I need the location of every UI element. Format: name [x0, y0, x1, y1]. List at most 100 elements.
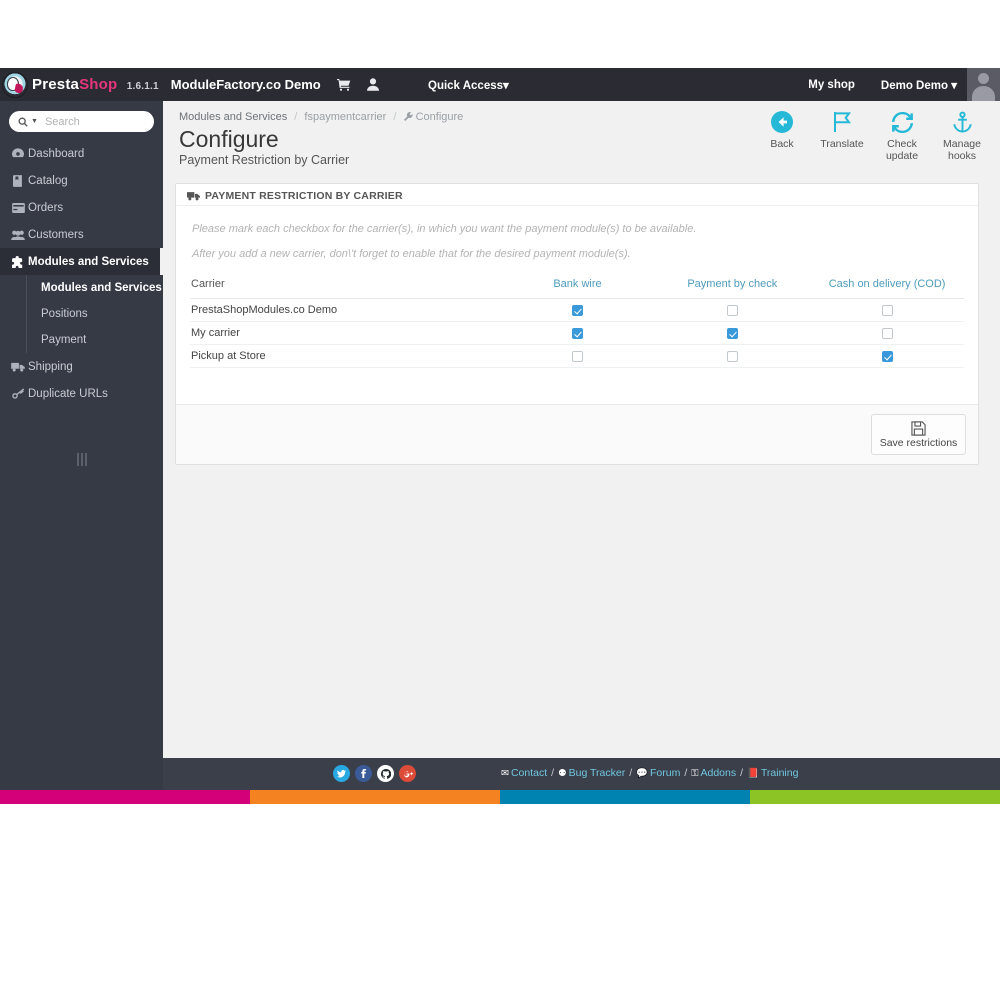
brand-title: PrestaShop 1.6.1.1	[32, 76, 159, 93]
sidebar-item-catalog[interactable]: Catalog	[0, 167, 163, 194]
sidebar-item-dashboard[interactable]: Dashboard	[0, 140, 163, 167]
sidebar-subitem-payment[interactable]: Payment	[27, 327, 163, 353]
table-header-row: Carrier Bank wire Payment by check Cash …	[190, 273, 964, 299]
anchor-icon	[932, 109, 992, 135]
save-restrictions-button[interactable]: Save restrictions	[871, 414, 966, 455]
forum-link[interactable]: Forum	[650, 767, 680, 779]
checkbox-cell	[654, 298, 810, 322]
sidebar-item-modules-and-services[interactable]: Modules and Services	[0, 248, 163, 275]
checkbox-cell	[499, 344, 655, 368]
search-box[interactable]: ▼	[9, 111, 154, 132]
content-area: Modules and Services / fspaymentcarrier …	[163, 101, 1000, 790]
quick-access-menu[interactable]: Quick Access▾	[428, 78, 509, 92]
table-bottom-spacer	[190, 368, 964, 398]
restriction-checkbox[interactable]	[726, 327, 738, 339]
restriction-checkbox[interactable]	[881, 304, 893, 316]
shop-name[interactable]: ModuleFactory.co Demo	[171, 77, 321, 92]
brand-presta: Presta	[32, 76, 80, 93]
employee-menu[interactable]: Demo Demo ▾	[881, 78, 957, 92]
floppy-disk-icon	[872, 421, 965, 436]
manage-hooks-button[interactable]: Manage hooks	[932, 109, 992, 162]
translate-label: Translate	[820, 138, 864, 150]
my-shop-link[interactable]: My shop	[808, 79, 855, 91]
training-link[interactable]: Training	[761, 767, 799, 779]
checkbox-cell	[654, 344, 810, 368]
translate-button[interactable]: Translate	[812, 109, 872, 162]
contact-link[interactable]: Contact	[511, 767, 547, 779]
column-header-carrier: Carrier	[190, 273, 500, 299]
sidebar-subitem-label: Positions	[41, 308, 88, 320]
table-row: Pickup at Store	[190, 344, 964, 368]
dashboard-icon	[8, 148, 28, 159]
brand-shop: Shop	[79, 76, 118, 93]
truck-icon	[187, 191, 200, 201]
restriction-checkbox[interactable]	[726, 350, 738, 362]
payment-restriction-panel: PAYMENT RESTRICTION BY CARRIER Please ma…	[175, 183, 979, 465]
google-plus-icon[interactable]	[399, 765, 416, 782]
sidebar-item-label: Dashboard	[28, 147, 85, 160]
user-icon[interactable]	[366, 78, 379, 91]
collapse-bars-icon	[76, 453, 87, 466]
breadcrumb-item-1[interactable]: Modules and Services	[179, 111, 287, 123]
restriction-checkbox[interactable]	[571, 327, 583, 339]
back-button[interactable]: Back	[752, 109, 812, 162]
checkbox-cell	[809, 298, 964, 322]
sidebar-subitem-modules-and-services[interactable]: Modules and Services	[27, 275, 163, 301]
footer-links: ✉ Contact / ⚉ Bug Tracker / 💬 Forum / ⚿ Addons / 📕 Tr…	[501, 767, 798, 779]
footer-separator: /	[629, 767, 633, 779]
restriction-checkbox[interactable]	[726, 304, 738, 316]
breadcrumb-item-2[interactable]: fspaymentcarrier	[304, 111, 386, 123]
checkbox-cell	[499, 298, 655, 322]
check-update-button[interactable]: Check update	[872, 109, 932, 162]
bottom-banner: DEVELOPED BY MODULE FACTORY.CO	[0, 804, 1000, 1000]
sidebar-item-duplicate-urls[interactable]: Duplicate URLs	[0, 380, 163, 407]
column-header-payment-by-check[interactable]: Payment by check	[654, 273, 810, 299]
panel-footer: Save restrictions	[176, 404, 978, 464]
shopping-cart-icon[interactable]	[336, 78, 351, 91]
checkbox-cell	[654, 321, 810, 345]
twitter-icon[interactable]	[333, 765, 350, 782]
sidebar-item-customers[interactable]: Customers	[0, 221, 163, 248]
screenshot-root: PrestaShop 1.6.1.1 ModuleFactory.co Demo…	[0, 0, 1000, 1000]
chevron-down-icon[interactable]: ▼	[31, 118, 38, 125]
customers-group-icon	[8, 230, 28, 240]
panel-header: PAYMENT RESTRICTION BY CARRIER	[176, 184, 978, 206]
admin-footer: ✉ Contact / ⚉ Bug Tracker / 💬 Forum / ⚿ Addons / 📕 Tr…	[163, 758, 1000, 790]
collapse-sidebar-handle[interactable]	[0, 453, 163, 466]
social-links	[333, 765, 416, 782]
github-icon[interactable]	[377, 765, 394, 782]
checkbox-cell	[809, 321, 964, 345]
color-stripe	[0, 790, 1000, 804]
restriction-checkbox[interactable]	[571, 350, 583, 362]
avatar[interactable]	[967, 68, 1000, 101]
sidebar-item-orders[interactable]: Orders	[0, 194, 163, 221]
column-header-cash-on-delivery[interactable]: Cash on delivery (COD)	[809, 273, 964, 299]
search-input[interactable]	[44, 115, 145, 128]
save-restrictions-label: Save restrictions	[879, 437, 958, 449]
version-label: 1.6.1.1	[126, 81, 159, 92]
refresh-icon	[872, 109, 932, 135]
manage-hooks-label: Manage hooks	[943, 138, 981, 162]
sidebar-item-shipping[interactable]: Shipping	[0, 353, 163, 380]
sidebar: ▼ Dashboard Catalog Orders	[0, 101, 163, 790]
column-header-bank-wire[interactable]: Bank wire	[499, 273, 655, 299]
comment-icon: 💬	[636, 768, 648, 779]
sidebar-item-label: Shipping	[28, 360, 73, 373]
sidebar-subitem-positions[interactable]: Positions	[27, 301, 163, 327]
facebook-icon[interactable]	[355, 765, 372, 782]
breadcrumb-separator: /	[294, 111, 298, 123]
sidebar-item-label: Duplicate URLs	[28, 387, 108, 400]
breadcrumb-separator: /	[393, 111, 397, 123]
restriction-checkbox[interactable]	[571, 304, 583, 316]
top-right-area: My shop Demo Demo ▾	[808, 68, 1000, 101]
panel-body: Please mark each checkbox for the carrie…	[176, 206, 978, 404]
footer-separator: /	[551, 767, 555, 779]
addons-link[interactable]: Addons	[700, 767, 736, 779]
restriction-checkbox[interactable]	[881, 350, 893, 362]
prestashop-logo[interactable]	[0, 68, 30, 101]
restriction-checkbox[interactable]	[881, 327, 893, 339]
prestashop-admin-window: PrestaShop 1.6.1.1 ModuleFactory.co Demo…	[0, 68, 1000, 790]
bug-tracker-link[interactable]: Bug Tracker	[569, 767, 626, 779]
employee-name: Demo Demo	[880, 79, 949, 92]
link-chain-icon	[8, 388, 28, 399]
